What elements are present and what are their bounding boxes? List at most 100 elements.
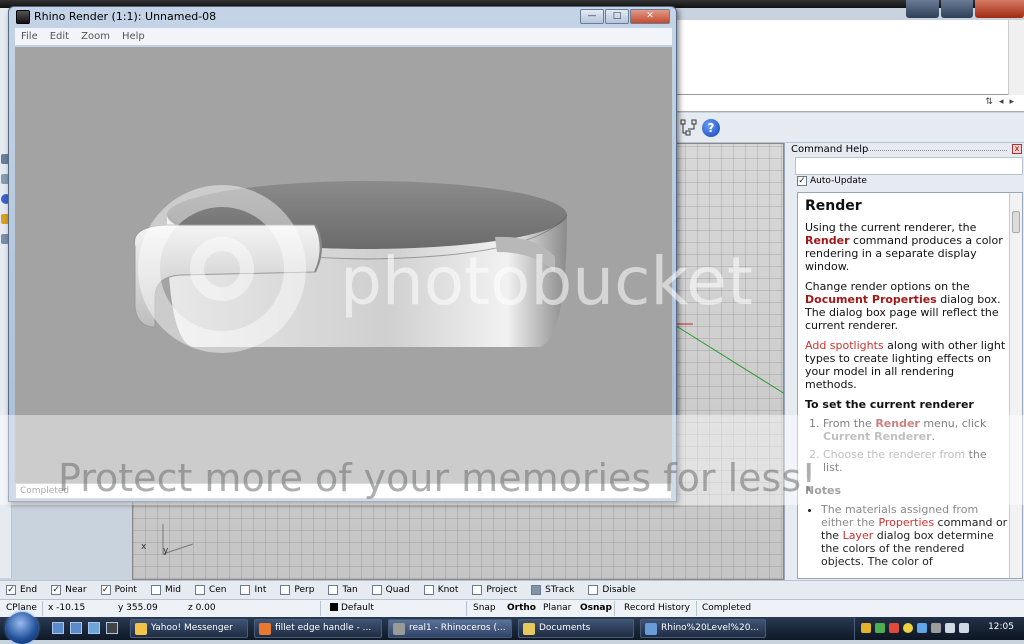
status-ortho[interactable]: Ortho xyxy=(507,603,536,613)
osnap-strack[interactable]: STrack xyxy=(531,585,574,595)
osnap-point[interactable]: ✓ Point xyxy=(100,585,137,595)
status-x: x -10.15 xyxy=(48,603,86,613)
help-paragraph: Change render options on the Document Pr… xyxy=(805,280,1001,332)
osnap-checkbox[interactable] xyxy=(423,585,434,595)
osnap-checkbox[interactable]: ✓ xyxy=(100,585,111,595)
taskbar-app-icon xyxy=(393,623,405,635)
osnap-cen[interactable]: Cen xyxy=(194,585,226,595)
taskbar-item[interactable]: Yahoo! Messenger xyxy=(130,619,248,638)
command-line[interactable]: ⇅◂▸ xyxy=(676,95,1024,112)
tray-icon[interactable] xyxy=(931,623,941,633)
taskbar-item[interactable]: fillet edge handle - ... xyxy=(254,619,382,638)
link-document-properties[interactable]: Document Properties xyxy=(805,293,937,306)
osnap-knot[interactable]: Knot xyxy=(423,585,458,595)
network-icon[interactable] xyxy=(945,623,955,633)
osnap-near[interactable]: ✓ Near xyxy=(51,585,87,595)
status-planar[interactable]: Planar xyxy=(543,603,571,613)
taskbar-item[interactable]: Rhino%20Level%20... xyxy=(640,619,766,638)
taskbar-item[interactable]: real1 - Rhinoceros (... xyxy=(388,619,512,638)
osnap-int[interactable]: Int xyxy=(240,585,266,595)
main-maximize-button[interactable] xyxy=(940,0,974,18)
main-window-controls xyxy=(904,0,1024,20)
osnap-tan[interactable]: Tan xyxy=(328,585,358,595)
status-snap[interactable]: Snap xyxy=(473,603,496,613)
watermark-logo-inner xyxy=(190,237,254,301)
osnap-checkbox[interactable] xyxy=(328,585,339,595)
auto-update-toggle[interactable]: ✓ Auto-Update xyxy=(797,176,867,186)
main-close-button[interactable] xyxy=(975,0,1024,18)
osnap-label: Int xyxy=(254,585,267,595)
close-button[interactable]: ✕ xyxy=(630,9,670,24)
help-heading: Render xyxy=(805,198,862,214)
taskbar-item-label: fillet edge handle - ... xyxy=(275,623,372,633)
quick-launch-icon[interactable] xyxy=(52,622,64,634)
quick-launch-icon[interactable] xyxy=(70,622,82,634)
status-layer[interactable]: Default xyxy=(330,603,374,613)
osnap-project[interactable]: Project xyxy=(472,585,517,595)
help-paragraph: Add spotlights along with other light ty… xyxy=(805,339,1006,391)
osnap-checkbox[interactable]: ✓ xyxy=(6,585,16,595)
osnap-checkbox[interactable] xyxy=(588,585,599,595)
watermark-strip-text: Protect more of your memories for less! xyxy=(58,456,817,500)
help-section-title: To set the current renderer xyxy=(805,398,974,411)
tray-icon[interactable] xyxy=(875,623,885,633)
panel-grip[interactable] xyxy=(867,150,1007,151)
select-points-icon[interactable] xyxy=(680,119,698,137)
help-scroll-thumb[interactable] xyxy=(1012,211,1020,233)
osnap-quad[interactable]: Quad xyxy=(371,585,410,595)
menu-file[interactable]: File xyxy=(21,31,38,42)
link-add-spotlights[interactable]: Add spotlights xyxy=(805,339,884,352)
command-line-arrows-icon[interactable]: ⇅◂▸ xyxy=(985,97,1020,107)
osnap-label: Near xyxy=(65,585,87,595)
status-y: y 355.09 xyxy=(118,603,158,613)
osnap-checkbox[interactable] xyxy=(194,585,205,595)
command-history-scrollbar[interactable] xyxy=(1008,20,1024,95)
layer-color-swatch xyxy=(330,603,338,611)
maximize-button[interactable]: □ xyxy=(605,9,629,24)
menu-zoom[interactable]: Zoom xyxy=(81,31,110,42)
menu-help[interactable]: Help xyxy=(122,31,145,42)
tray-icon[interactable] xyxy=(889,623,899,633)
command-history-area[interactable] xyxy=(676,20,1024,95)
status-osnap[interactable]: Osnap xyxy=(580,603,612,613)
osnap-checkbox[interactable] xyxy=(371,585,382,595)
main-minimize-button[interactable] xyxy=(906,0,939,18)
taskbar-item-label: Yahoo! Messenger xyxy=(151,623,233,633)
auto-update-checkbox[interactable]: ✓ xyxy=(797,176,807,186)
taskbar-item-label: Rhino%20Level%20... xyxy=(661,623,760,633)
osnap-mid[interactable]: Mid xyxy=(150,585,181,595)
tray-icon[interactable] xyxy=(903,623,913,633)
taskbar-item[interactable]: Documents xyxy=(518,619,634,638)
quick-launch-icon[interactable] xyxy=(106,622,118,634)
volume-icon[interactable] xyxy=(959,623,969,633)
status-message: Completed xyxy=(702,603,752,613)
clock[interactable]: 12:05 xyxy=(988,622,1014,632)
command-help-search-input[interactable] xyxy=(795,157,1023,175)
quick-launch-icon[interactable] xyxy=(88,622,100,634)
rhino-app-icon[interactable] xyxy=(16,10,30,24)
osnap-checkbox[interactable] xyxy=(280,585,291,595)
start-button[interactable] xyxy=(6,612,38,644)
status-z: z 0.00 xyxy=(188,603,216,613)
osnap-checkbox[interactable] xyxy=(531,585,542,595)
tray-icon[interactable] xyxy=(917,623,927,633)
link-properties[interactable]: Properties xyxy=(878,516,934,529)
status-bar: CPlane x -10.15 y 355.09 z 0.00 Default … xyxy=(0,599,1024,617)
help-scrollbar[interactable] xyxy=(1009,193,1022,578)
status-record-history[interactable]: Record History xyxy=(624,603,690,613)
osnap-checkbox[interactable] xyxy=(150,585,161,595)
osnap-checkbox[interactable]: ✓ xyxy=(51,585,62,595)
panel-close-icon[interactable]: x xyxy=(1012,144,1022,154)
menu-edit[interactable]: Edit xyxy=(50,31,69,42)
help-icon[interactable]: ? xyxy=(702,119,720,137)
osnap-end[interactable]: ✓ End xyxy=(6,585,37,595)
render-window-titlebar[interactable]: Rhino Render (1:1): Unnamed-08 — □ ✕ xyxy=(9,7,676,27)
osnap-perp[interactable]: Perp xyxy=(280,585,314,595)
tray-icon[interactable] xyxy=(861,623,871,633)
osnap-checkbox[interactable] xyxy=(472,585,483,595)
link-layer[interactable]: Layer xyxy=(843,529,874,542)
osnap-disable[interactable]: Disable xyxy=(588,585,636,595)
minimize-button[interactable]: — xyxy=(580,9,604,24)
osnap-checkbox[interactable] xyxy=(240,585,251,595)
keyword-render[interactable]: Render xyxy=(805,234,850,247)
